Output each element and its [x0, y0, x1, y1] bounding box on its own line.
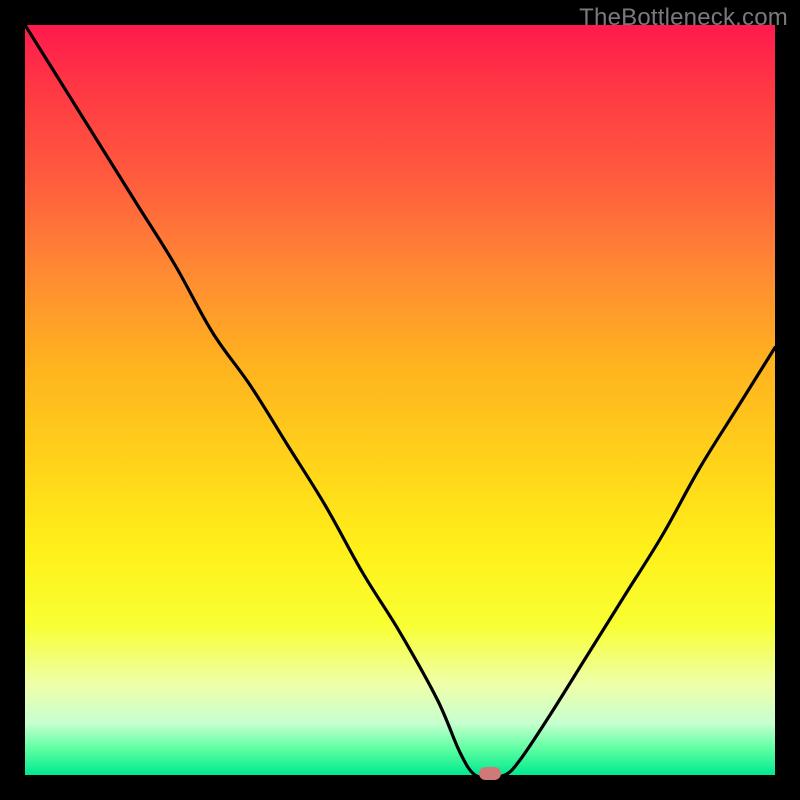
watermark-text: TheBottleneck.com	[579, 4, 788, 32]
plot-area	[25, 25, 775, 775]
minimum-marker	[479, 767, 501, 780]
chart-frame: TheBottleneck.com	[0, 0, 800, 800]
bottleneck-curve	[25, 25, 775, 775]
